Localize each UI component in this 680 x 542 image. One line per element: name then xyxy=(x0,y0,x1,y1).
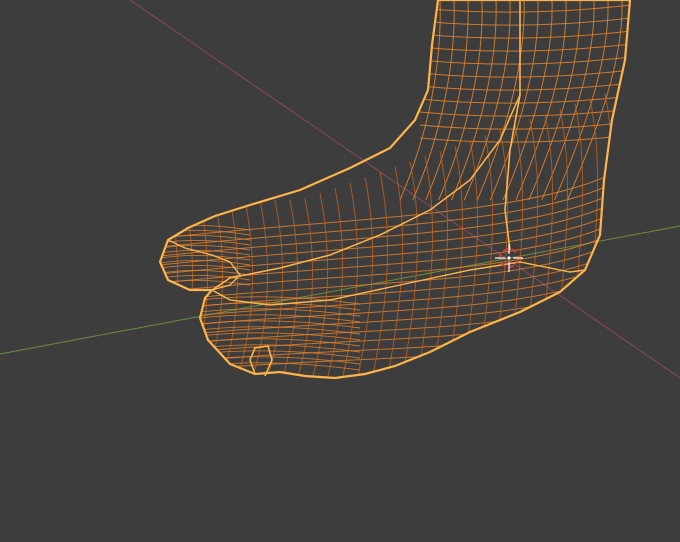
mesh-edge xyxy=(489,0,539,201)
viewport-canvas[interactable] xyxy=(0,0,680,542)
y-axis-line xyxy=(0,225,680,355)
mesh-edge xyxy=(551,108,569,378)
mesh-edge xyxy=(161,199,179,378)
foot-mesh-wireframe[interactable] xyxy=(158,0,640,380)
mesh-edge xyxy=(446,145,464,378)
mesh-edge xyxy=(419,68,630,78)
mesh-edge xyxy=(581,98,599,378)
mesh-edge xyxy=(476,135,494,378)
mesh-edge xyxy=(502,0,553,201)
mesh-edge xyxy=(160,254,251,261)
mesh-edge xyxy=(461,140,479,378)
mesh-edge xyxy=(419,81,630,91)
mesh-edge xyxy=(419,133,630,143)
mesh-edge xyxy=(251,199,269,378)
mesh-edge xyxy=(419,3,630,13)
3d-viewport[interactable] xyxy=(0,0,680,542)
mesh-edge xyxy=(554,0,609,201)
mesh-edge xyxy=(521,119,539,378)
mesh-edge xyxy=(419,107,630,117)
ankle-front-edge xyxy=(211,94,521,291)
mesh-edge xyxy=(236,199,254,378)
mesh-edge xyxy=(566,103,584,378)
mesh-edge xyxy=(536,114,554,378)
mesh-edge xyxy=(419,55,630,65)
